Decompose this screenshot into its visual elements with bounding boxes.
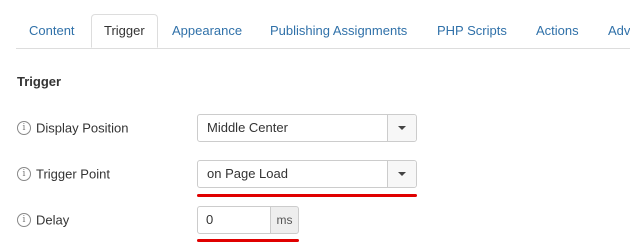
trigger-point-label: i Trigger Point	[17, 164, 110, 184]
tab-publishing-assignments[interactable]: Publishing Assignments	[270, 14, 407, 48]
delay-label: i Delay	[17, 210, 69, 230]
tab-bar: Content Trigger Appearance Publishing As…	[16, 14, 630, 49]
delay-input-group: 0 ms	[197, 206, 299, 234]
info-icon[interactable]: i	[17, 166, 31, 181]
tab-appearance[interactable]: Appearance	[172, 14, 242, 48]
delay-unit-addon: ms	[270, 206, 299, 234]
tab-php-scripts[interactable]: PHP Scripts	[437, 14, 507, 48]
delay-label-text: Delay	[36, 212, 70, 228]
display-position-dropdown-button[interactable]	[387, 115, 416, 141]
display-position-label-text: Display Position	[36, 120, 129, 136]
info-icon[interactable]: i	[17, 212, 31, 227]
delay-input[interactable]: 0	[197, 206, 271, 234]
delay-highlight-underline	[197, 239, 299, 242]
trigger-point-highlight-underline	[197, 194, 417, 197]
display-position-select[interactable]: Middle Center	[197, 114, 417, 142]
section-title: Trigger	[17, 74, 62, 89]
display-position-label: i Display Position	[17, 118, 129, 138]
trigger-point-value: on Page Load	[207, 166, 288, 181]
trigger-point-label-text: Trigger Point	[36, 166, 110, 182]
tab-content[interactable]: Content	[29, 14, 75, 48]
tab-trigger[interactable]: Trigger	[91, 14, 158, 48]
trigger-point-select[interactable]: on Page Load	[197, 160, 417, 188]
tab-advanced[interactable]: Adv	[608, 14, 630, 48]
chevron-down-icon	[398, 172, 406, 176]
display-position-value: Middle Center	[207, 120, 288, 135]
chevron-down-icon	[398, 126, 406, 130]
trigger-point-dropdown-button[interactable]	[387, 161, 416, 187]
info-icon[interactable]: i	[17, 120, 31, 135]
tab-actions[interactable]: Actions	[536, 14, 579, 48]
